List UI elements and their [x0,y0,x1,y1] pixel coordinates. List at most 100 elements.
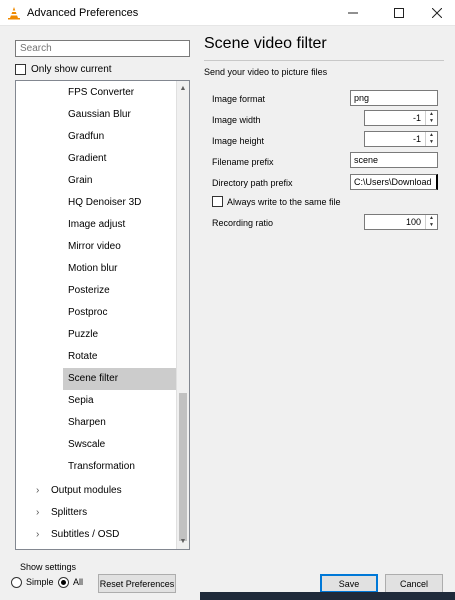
tree-item-motion-blur[interactable]: Motion blur [16,258,178,280]
tree-item-rotate[interactable]: Rotate [16,346,178,368]
tree-item-label: Mirror video [68,241,121,252]
scroll-up-icon[interactable]: ▲ [177,83,189,95]
tree-item-hq-denoiser-3d[interactable]: HQ Denoiser 3D [16,192,178,214]
filename-prefix-input[interactable]: scene [350,152,438,168]
image-height-spinbox[interactable]: -1 ▲ ▼ [364,131,438,147]
maximize-button[interactable] [382,0,416,26]
recording-ratio-label: Recording ratio [212,218,274,228]
all-radio[interactable] [58,577,69,588]
tree-item-swscale[interactable]: Swscale [16,434,178,456]
tree-item-posterize[interactable]: Posterize [16,280,178,302]
reset-preferences-button[interactable]: Reset Preferences [98,574,176,593]
tree-item-label: Swscale [68,439,106,450]
tree-item-label: Rotate [68,351,98,362]
image-format-label: Image format [212,94,266,104]
close-button[interactable] [420,0,454,26]
tree-item-label: Gaussian Blur [68,109,131,120]
tree-item-postproc[interactable]: Postproc [16,302,178,324]
tree-item-label: FPS Converter [68,87,135,98]
spin-buttons[interactable]: ▲ ▼ [425,111,437,125]
tree-item-sharpen[interactable]: Sharpen [16,412,178,434]
maximize-icon [394,8,404,18]
spin-up-icon[interactable]: ▲ [426,132,437,139]
scrollbar-thumb[interactable] [179,393,187,541]
only-show-current-checkbox[interactable] [15,64,26,75]
tree-item-label: Gradfun [68,131,105,142]
tree-item-label: Splitters [51,507,88,518]
only-show-current-label: Only show current [31,64,112,75]
image-height-value: -1 [412,134,421,144]
chevron-right-icon[interactable]: › [36,524,39,546]
tree-item-label: Motion blur [68,263,118,274]
tree-item-sepia[interactable]: Sepia [16,390,178,412]
show-settings-label: Show settings [20,562,77,572]
directory-path-prefix-label: Directory path prefix [212,178,293,188]
image-format-input[interactable]: png [350,90,438,106]
vlc-cone-icon [8,7,20,20]
save-button[interactable]: Save [320,574,378,593]
tree-item-mirror-video[interactable]: Mirror video [16,236,178,258]
tree-item-grain[interactable]: Grain [16,170,178,192]
spin-buttons[interactable]: ▲ ▼ [425,132,437,146]
panel-subtitle: Send your video to picture files [204,67,328,77]
tree-item-transformation[interactable]: Transformation [16,456,178,478]
chevron-right-icon[interactable]: › [36,480,39,502]
tree-item-output-modules[interactable]: › Output modules [16,480,178,502]
image-width-label: Image width [212,115,261,125]
recording-ratio-value: 100 [405,217,421,227]
show-settings-group: Show settings Simple All [5,562,89,600]
tree-item-label: HQ Denoiser 3D [68,197,142,208]
tree-item-label: Subtitles / OSD [51,529,120,540]
tree-item-label: Posterize [68,285,110,296]
tree-scrollbar[interactable]: ▲ ▼ [176,81,189,549]
always-write-checkbox[interactable] [212,196,223,207]
spin-buttons[interactable]: ▲ ▼ [425,215,437,229]
tree-item-gradient[interactable]: Gradient [16,148,178,170]
taskbar-strip [200,592,455,600]
window-title: Advanced Preferences [27,7,139,19]
title-bar: Advanced Preferences [0,0,455,26]
tree-item-label: Gradient [68,153,107,164]
tree-item-label: Sepia [68,395,94,406]
image-width-spinbox[interactable]: -1 ▲ ▼ [364,110,438,126]
tree-item-label: Puzzle [68,329,99,340]
spin-up-icon[interactable]: ▲ [426,111,437,118]
tree-item-gradfun[interactable]: Gradfun [16,126,178,148]
tree-item-scene-filter[interactable]: Scene filter [63,368,176,390]
tree-item-label: Transformation [68,461,135,472]
tree-item-puzzle[interactable]: Puzzle [16,324,178,346]
tree-item-gaussian-blur[interactable]: Gaussian Blur [16,104,178,126]
simple-radio-label: Simple [26,577,54,587]
tree-item-label: Postproc [68,307,108,318]
spin-down-icon[interactable]: ▼ [426,118,437,125]
minimize-button[interactable] [336,0,370,26]
image-width-value: -1 [412,113,421,123]
always-write-label: Always write to the same file [227,197,341,207]
all-radio-label: All [73,577,84,587]
tree-item-fps-converter[interactable]: FPS Converter [16,82,178,104]
search-input[interactable] [15,40,190,57]
directory-path-prefix-input[interactable]: C:\Users\Download [350,174,438,190]
spin-up-icon[interactable]: ▲ [426,215,437,222]
tree-item-label: Scene filter [68,373,119,384]
spin-down-icon[interactable]: ▼ [426,222,437,229]
image-height-label: Image height [212,136,265,146]
spin-down-icon[interactable]: ▼ [426,139,437,146]
tree-item-label: Image adjust [68,219,126,230]
preferences-tree[interactable]: FPS Converter Gaussian Blur Gradfun Grad… [15,80,190,550]
simple-radio[interactable] [11,577,22,588]
close-icon [432,8,442,18]
panel-divider [204,60,444,61]
tree-item-label: Grain [68,175,93,186]
minimize-icon [348,12,358,14]
panel-title: Scene video filter [204,35,327,52]
scroll-down-icon[interactable]: ▼ [177,536,189,548]
recording-ratio-spinbox[interactable]: 100 ▲ ▼ [364,214,438,230]
tree-item-splitters[interactable]: › Splitters [16,502,178,524]
chevron-right-icon[interactable]: › [36,502,39,524]
cancel-button[interactable]: Cancel [385,574,443,593]
tree-item-image-adjust[interactable]: Image adjust [16,214,178,236]
tree-item-subtitles-osd[interactable]: › Subtitles / OSD [16,524,178,546]
tree-item-label: Sharpen [68,417,106,428]
filename-prefix-label: Filename prefix [212,157,274,167]
